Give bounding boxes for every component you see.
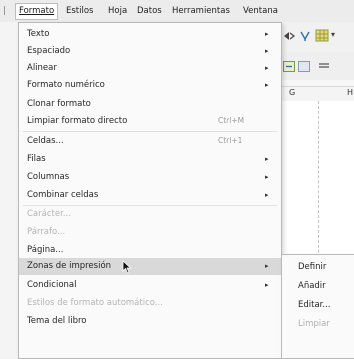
- chevron-right-icon: ▸: [265, 64, 269, 72]
- menu-item-parrafo[interactable]: Párrafo...: [19, 224, 281, 240]
- menu-item-espaciado[interactable]: Espaciado ▸: [19, 43, 281, 59]
- menu-item-label: Celdas...: [27, 136, 64, 146]
- menu-item-pagina[interactable]: Página...: [19, 242, 281, 258]
- chevron-right-icon: ▸: [265, 281, 269, 289]
- menu-item-label: Limpiar formato directo: [27, 116, 128, 126]
- align-center-icon[interactable]: [318, 63, 330, 70]
- menu-item-alinear[interactable]: Alinear ▸: [19, 60, 281, 76]
- menu-item-label: Espaciado: [27, 46, 71, 56]
- chevron-right-icon: ▸: [265, 262, 269, 270]
- menu-item-tema-del-libro[interactable]: Tema del libro: [19, 313, 281, 329]
- sort-icon[interactable]: [299, 30, 311, 42]
- menu-item-celdas[interactable]: Celdas... Ctrl+1: [19, 133, 281, 149]
- menu-item-zonas-de-impresion[interactable]: Zonas de impresión ▸: [19, 258, 281, 275]
- column-header-h[interactable]: H: [347, 88, 353, 97]
- submenu-item-limpiar[interactable]: Limpiar: [282, 315, 354, 333]
- menu-bar: | Formato Estilos Hoja Datos Herramienta…: [0, 0, 354, 23]
- submenu-item-label: Editar...: [298, 300, 331, 310]
- mouse-pointer-icon: [122, 260, 132, 274]
- menu-item-label: Texto: [27, 29, 50, 39]
- chevron-right-icon: ▸: [265, 81, 269, 89]
- menu-item-label: Estilos de formato automático...: [27, 298, 163, 308]
- menu-item-label: Filas: [27, 154, 46, 164]
- menu-item-columnas[interactable]: Columnas ▸: [19, 169, 281, 185]
- print-ranges-submenu: Definir Añadir Editar... Limpiar: [281, 254, 354, 359]
- submenu-item-label: Añadir: [298, 281, 326, 291]
- menu-item-label: Clonar formato: [27, 99, 91, 109]
- menu-formato[interactable]: Formato: [14, 3, 59, 20]
- chevron-right-icon: ▸: [265, 155, 269, 163]
- menu-item-filas[interactable]: Filas ▸: [19, 151, 281, 167]
- menu-item-clonar-formato[interactable]: Clonar formato: [19, 96, 281, 112]
- submenu-item-definir[interactable]: Definir: [282, 258, 354, 276]
- submenu-item-label: Definir: [298, 262, 327, 272]
- wrap-text-icon[interactable]: [298, 61, 310, 72]
- menu-item-label: Tema del libro: [27, 316, 87, 326]
- menu-estilos[interactable]: Estilos: [66, 5, 93, 18]
- menu-item-texto[interactable]: Texto ▸: [19, 26, 281, 42]
- paste-special-icon[interactable]: [283, 30, 295, 42]
- menu-item-shortcut: Ctrl+M: [218, 116, 245, 125]
- menu-item-label: Columnas: [27, 172, 70, 182]
- menu-item-shortcut: Ctrl+1: [218, 136, 243, 145]
- chevron-right-icon: ▸: [265, 30, 269, 38]
- menu-item-label: Formato numérico: [27, 80, 105, 90]
- chevron-right-icon: ▸: [265, 173, 269, 181]
- menu-item-label: Página...: [27, 245, 64, 255]
- column-header-g[interactable]: G: [289, 88, 295, 97]
- menubar-left-edge: |: [3, 6, 6, 16]
- format-menu: Texto ▸ Espaciado ▸ Alinear ▸ Formato nu…: [18, 22, 282, 359]
- menu-item-combinar-celdas[interactable]: Combinar celdas ▸: [19, 187, 281, 203]
- menu-item-label: Condicional: [27, 280, 77, 290]
- menu-item-label: Párrafo...: [27, 227, 66, 237]
- submenu-item-anadir[interactable]: Añadir: [282, 277, 354, 295]
- submenu-item-label: Limpiar: [298, 319, 330, 329]
- menu-ventana[interactable]: Ventana: [243, 5, 278, 18]
- chevron-right-icon: ▸: [265, 191, 269, 199]
- menu-separator: [23, 131, 277, 132]
- menu-item-label: Alinear: [27, 63, 57, 73]
- insert-table-icon[interactable]: [315, 29, 329, 42]
- menu-hoja[interactable]: Hoja: [108, 5, 127, 18]
- chevron-right-icon: ▸: [265, 47, 269, 55]
- menu-item-formato-numerico[interactable]: Formato numérico ▸: [19, 77, 281, 93]
- menu-item-label: Zonas de impresión: [27, 261, 112, 271]
- menu-item-autoformato[interactable]: Estilos de formato automático...: [19, 295, 281, 311]
- menu-datos[interactable]: Datos: [137, 5, 162, 18]
- menu-item-caracter[interactable]: Carácter...: [19, 206, 281, 222]
- menu-item-limpiar-formato[interactable]: Limpiar formato directo Ctrl+M: [19, 113, 281, 129]
- menu-item-condicional[interactable]: Condicional ▸: [19, 277, 281, 293]
- dropdown-arrow-icon[interactable]: ▾: [331, 30, 335, 39]
- submenu-item-editar[interactable]: Editar...: [282, 296, 354, 314]
- menu-herramientas[interactable]: Herramientas: [172, 5, 230, 18]
- row-gutter: [0, 22, 18, 357]
- merge-cells-icon[interactable]: [283, 61, 295, 72]
- menu-item-label: Combinar celdas: [27, 190, 99, 200]
- menu-item-label: Carácter...: [27, 209, 71, 219]
